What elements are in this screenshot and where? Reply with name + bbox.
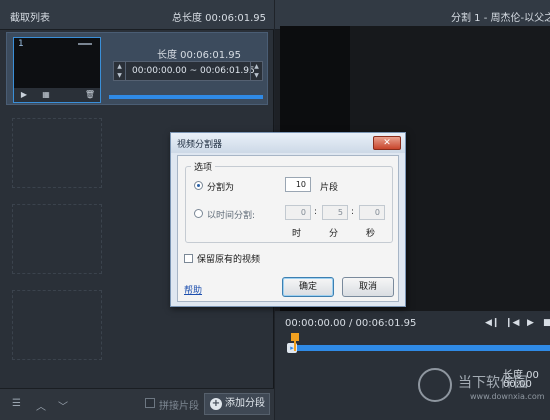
cancel-button[interactable]: 取消 — [342, 277, 394, 297]
end-time-spinner[interactable]: ▲ ▼ — [250, 62, 262, 80]
dialog-titlebar[interactable]: 视频分割器 ✕ — [171, 133, 405, 153]
playhead-handle[interactable] — [291, 333, 299, 341]
seconds-label: 秒 — [366, 229, 376, 239]
options-group: 选项 分割为 10 片段 以时间分割: 0 : 5 : 0 时 分 秒 — [185, 160, 393, 243]
play-icon[interactable]: ▶ — [527, 318, 534, 328]
clip-item[interactable]: 1 ▶ ▦ 🗑 长度 00:06:01.95 ▲ ▼ 00:00:00.00 ~ … — [6, 32, 268, 105]
previous-frame-icon[interactable]: ◀❙ — [485, 318, 499, 328]
add-segment-label: 添加分段 — [225, 398, 265, 409]
close-button[interactable]: ✕ — [373, 136, 401, 150]
help-link[interactable]: 帮助 — [184, 283, 202, 296]
clip-progress-bar — [109, 95, 263, 99]
hours-label: 时 — [292, 229, 302, 239]
timeline-track[interactable] — [293, 345, 550, 351]
clip-list-header: 截取列表 总长度 00:06:01.95 — [0, 0, 274, 30]
watermark-logo — [418, 368, 452, 402]
time-separator: : — [351, 207, 355, 217]
clip-thumbnail[interactable]: 1 ▶ ▦ 🗑 — [13, 37, 101, 103]
thumbnail-toolbar: ▶ ▦ 🗑 — [14, 88, 100, 102]
empty-clip-slot — [12, 118, 102, 188]
playhead-line — [294, 341, 296, 351]
dialog-body: 选项 分割为 10 片段 以时间分割: 0 : 5 : 0 时 分 秒 保留原有… — [177, 155, 399, 302]
play-icon[interactable]: ▶ — [18, 90, 30, 100]
step-back-icon[interactable]: ❙◀ — [505, 318, 519, 328]
minutes-label: 分 — [329, 229, 339, 239]
ok-button[interactable]: 确定 — [282, 277, 334, 297]
hours-input[interactable]: 0 — [285, 205, 311, 220]
segments-unit-label: 片段 — [320, 183, 339, 193]
move-down-icon[interactable]: ﹀ — [58, 398, 68, 413]
clip-index: 1 — [18, 39, 24, 49]
empty-clip-slot — [12, 290, 102, 360]
list-settings-icon[interactable]: ☰ — [12, 398, 21, 409]
plus-icon: + — [210, 398, 222, 410]
timecode-display: 00:00:00.00 / 00:06:01.95 — [285, 318, 417, 329]
keep-original-label: 保留原有的视频 — [197, 255, 261, 265]
video-splitter-dialog: 视频分割器 ✕ 选项 分割为 10 片段 以时间分割: 0 : 5 : 0 时 … — [170, 132, 406, 307]
move-up-icon[interactable]: ︿ — [36, 398, 46, 413]
thumbnail-overlay-icon — [78, 43, 92, 45]
grid-icon[interactable]: ▦ — [40, 90, 52, 100]
split-count-radio[interactable] — [194, 181, 203, 190]
radio-selected-dot — [197, 184, 200, 187]
time-separator: : — [314, 207, 318, 217]
delete-icon[interactable]: 🗑 — [84, 90, 96, 100]
options-legend: 选项 — [191, 160, 216, 173]
clip-range-editor[interactable]: ▲ ▼ 00:00:00.00 ~ 00:06:01.95 ▲ ▼ — [113, 61, 263, 81]
split-into-label: 分割为 — [207, 183, 235, 193]
empty-clip-slot — [12, 204, 102, 274]
playback-controls: 00:00:00.00 / 00:06:01.95 ◀❙ ❙◀ ▶ ■ ▸ 长度… — [275, 311, 550, 420]
watermark-url: www.downxia.com — [470, 392, 545, 401]
start-time-spinner[interactable]: ▲ ▼ — [114, 62, 126, 80]
clip-list-footer: ☰ ︿ ﹀ 拼接片段 + 添加分段 — [0, 388, 274, 420]
clip-list-title: 截取列表 — [10, 13, 50, 24]
keep-original-checkbox[interactable] — [184, 254, 193, 263]
merge-segments-checkbox[interactable] — [145, 398, 155, 408]
segment-count-input[interactable]: 10 — [285, 177, 311, 192]
add-segment-button[interactable]: + 添加分段 — [204, 393, 270, 415]
merge-segments-label: 拼接片段 — [159, 401, 199, 412]
split-by-time-label: 以时间分割: — [207, 211, 256, 221]
watermark-title: 当下软件园 — [458, 375, 528, 391]
clip-range-value[interactable]: 00:00:00.00 ~ 00:06:01.95 — [132, 66, 255, 76]
split-by-time-radio[interactable] — [194, 209, 203, 218]
dialog-title: 视频分割器 — [177, 140, 223, 150]
clip-length-label: 长度 00:06:01.95 — [157, 50, 241, 61]
playhead[interactable] — [291, 333, 299, 351]
seconds-input[interactable]: 0 — [359, 205, 385, 220]
stop-icon[interactable]: ■ — [543, 318, 550, 328]
total-length-label: 总长度 00:06:01.95 — [172, 13, 266, 24]
minutes-input[interactable]: 5 — [322, 205, 348, 220]
segment-title: 分割 1 - 周杰伦-以父之名 — [451, 13, 550, 24]
